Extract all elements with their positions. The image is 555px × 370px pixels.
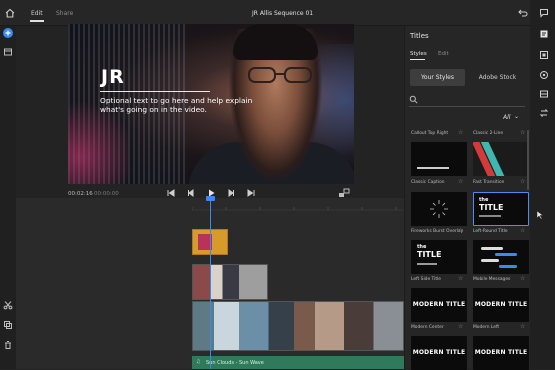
subject-hair: [233, 24, 318, 60]
title-thumb-mobile-messages[interactable]: [473, 240, 529, 274]
title-thumb-modern-3[interactable]: MODERN TITLE: [411, 336, 467, 370]
tab-styles[interactable]: Styles: [410, 51, 427, 57]
cursor-icon: [536, 210, 544, 220]
overlay-logo: JR: [101, 66, 125, 88]
add-media-button[interactable]: [3, 28, 13, 38]
duplicate-icon[interactable]: [3, 320, 13, 330]
title-label: Left-Round Title: [473, 229, 508, 234]
panel-title: Titles: [410, 32, 429, 40]
fullscreen-icon[interactable]: [338, 188, 350, 198]
adobe-stock-button[interactable]: Adobe Stock: [470, 69, 525, 86]
favorite-star-icon[interactable]: ☆: [520, 227, 525, 234]
step-back-icon[interactable]: [186, 188, 196, 198]
thumb-title-text: TITLE: [479, 203, 504, 212]
timeline-ruler[interactable]: [192, 203, 404, 211]
go-to-end-icon[interactable]: [246, 188, 256, 198]
thumb-title-text: TITLE: [417, 250, 442, 259]
thumb-subline: [479, 215, 501, 217]
favorite-star-icon[interactable]: ☆: [520, 323, 525, 330]
title-label: Mobile Messages: [473, 277, 511, 282]
scissors-icon[interactable]: [3, 300, 13, 310]
favorite-star-icon[interactable]: ☆: [520, 275, 525, 282]
music-note-icon: ♫: [196, 359, 201, 365]
glasses-shape: [248, 67, 312, 83]
title-thumb-left-side[interactable]: the TITLE: [411, 240, 467, 274]
step-forward-icon[interactable]: [226, 188, 236, 198]
audio-clip[interactable]: ♫ Sun Clouds - Sun Wave: [192, 356, 404, 369]
title-thumb-fireworks[interactable]: [411, 192, 467, 226]
tab-edit-underline: [30, 20, 44, 22]
title-label: Classic Caption: [411, 180, 445, 185]
title-thumb-left-round-selected[interactable]: the TITLE: [473, 192, 529, 226]
playhead[interactable]: [210, 197, 211, 369]
timecode-total: 00:00:00: [94, 191, 119, 197]
color-icon[interactable]: [539, 70, 549, 80]
favorite-star-icon[interactable]: ☆: [458, 129, 463, 136]
audio-icon[interactable]: [539, 89, 549, 99]
favorite-star-icon[interactable]: ☆: [458, 178, 463, 185]
message-bubble: [499, 265, 517, 268]
sequence-title: JR Allis Sequence 01: [252, 10, 314, 17]
panel-scrollbar[interactable]: [527, 130, 529, 190]
title-label: Modern Left: [473, 325, 500, 330]
home-icon[interactable]: [5, 8, 15, 18]
chevron-down-icon[interactable]: ⌄: [514, 113, 519, 120]
title-thumb-classic-caption[interactable]: [411, 142, 467, 176]
your-styles-button[interactable]: Your Styles: [410, 69, 465, 86]
overlay-text: Optional text to go here and help explai…: [100, 96, 253, 114]
title-label: Modern Center: [411, 325, 444, 330]
title-label: Fireworks Burst Overlay: [411, 229, 464, 234]
overlay-divider: [100, 91, 210, 92]
title-thumb-modern-center[interactable]: MODERN TITLE: [411, 288, 467, 322]
thumb-subline: [417, 263, 437, 265]
plus-icon: [5, 30, 11, 36]
search-underline: [409, 106, 525, 107]
tab-edit[interactable]: Edit: [31, 10, 43, 17]
go-to-start-icon[interactable]: [166, 188, 176, 198]
favorite-star-icon[interactable]: ☆: [458, 275, 463, 282]
caption-bar: [417, 167, 449, 169]
program-monitor[interactable]: JR Optional text to go here and help exp…: [68, 24, 354, 184]
filter-dropdown[interactable]: All: [503, 114, 510, 121]
tab-edit-titles[interactable]: Edit: [438, 51, 449, 57]
playhead-handle[interactable]: [206, 196, 215, 201]
favorite-star-icon[interactable]: ☆: [458, 323, 463, 330]
message-bubble: [481, 259, 499, 262]
timecode-current: 00:02:16: [68, 191, 93, 197]
title-label: Fast Transition: [473, 180, 505, 185]
message-bubble: [481, 247, 503, 250]
search-icon[interactable]: [409, 95, 418, 104]
media-bin-icon[interactable]: [3, 47, 13, 57]
tab-styles-underline: [410, 59, 425, 61]
top-bar: Edit Share JR Allis Sequence 01: [0, 0, 555, 26]
favorite-star-icon[interactable]: ☆: [458, 227, 463, 234]
transitions-icon[interactable]: [539, 50, 549, 60]
video-clip-main[interactable]: [192, 301, 404, 351]
favorite-star-icon[interactable]: ☆: [520, 178, 525, 185]
fireworks-burst-icon: [430, 200, 448, 218]
video-clip-upper[interactable]: [192, 264, 268, 300]
undo-icon[interactable]: [518, 8, 528, 18]
title-thumb-modern-left[interactable]: MODERN TITLE: [473, 288, 529, 322]
message-bubble: [495, 253, 517, 256]
left-toolbar: [0, 26, 16, 369]
title-thumb-fast-transition[interactable]: [473, 142, 529, 176]
title-thumb-modern-4[interactable]: MODERN TITLE: [473, 336, 529, 370]
favorite-star-icon[interactable]: ☆: [520, 129, 525, 136]
title-label: Classic 2-Line: [473, 131, 504, 136]
trash-icon[interactable]: [3, 340, 13, 350]
title-label: Left Side Title: [411, 277, 441, 282]
audio-clip-label: Sun Clouds - Sun Wave: [206, 360, 264, 366]
comments-icon[interactable]: [539, 8, 549, 18]
title-label: Callout Top Right: [411, 131, 449, 136]
transform-icon[interactable]: [539, 108, 549, 118]
tab-share[interactable]: Share: [56, 10, 73, 17]
titles-panel-icon[interactable]: [539, 29, 549, 39]
